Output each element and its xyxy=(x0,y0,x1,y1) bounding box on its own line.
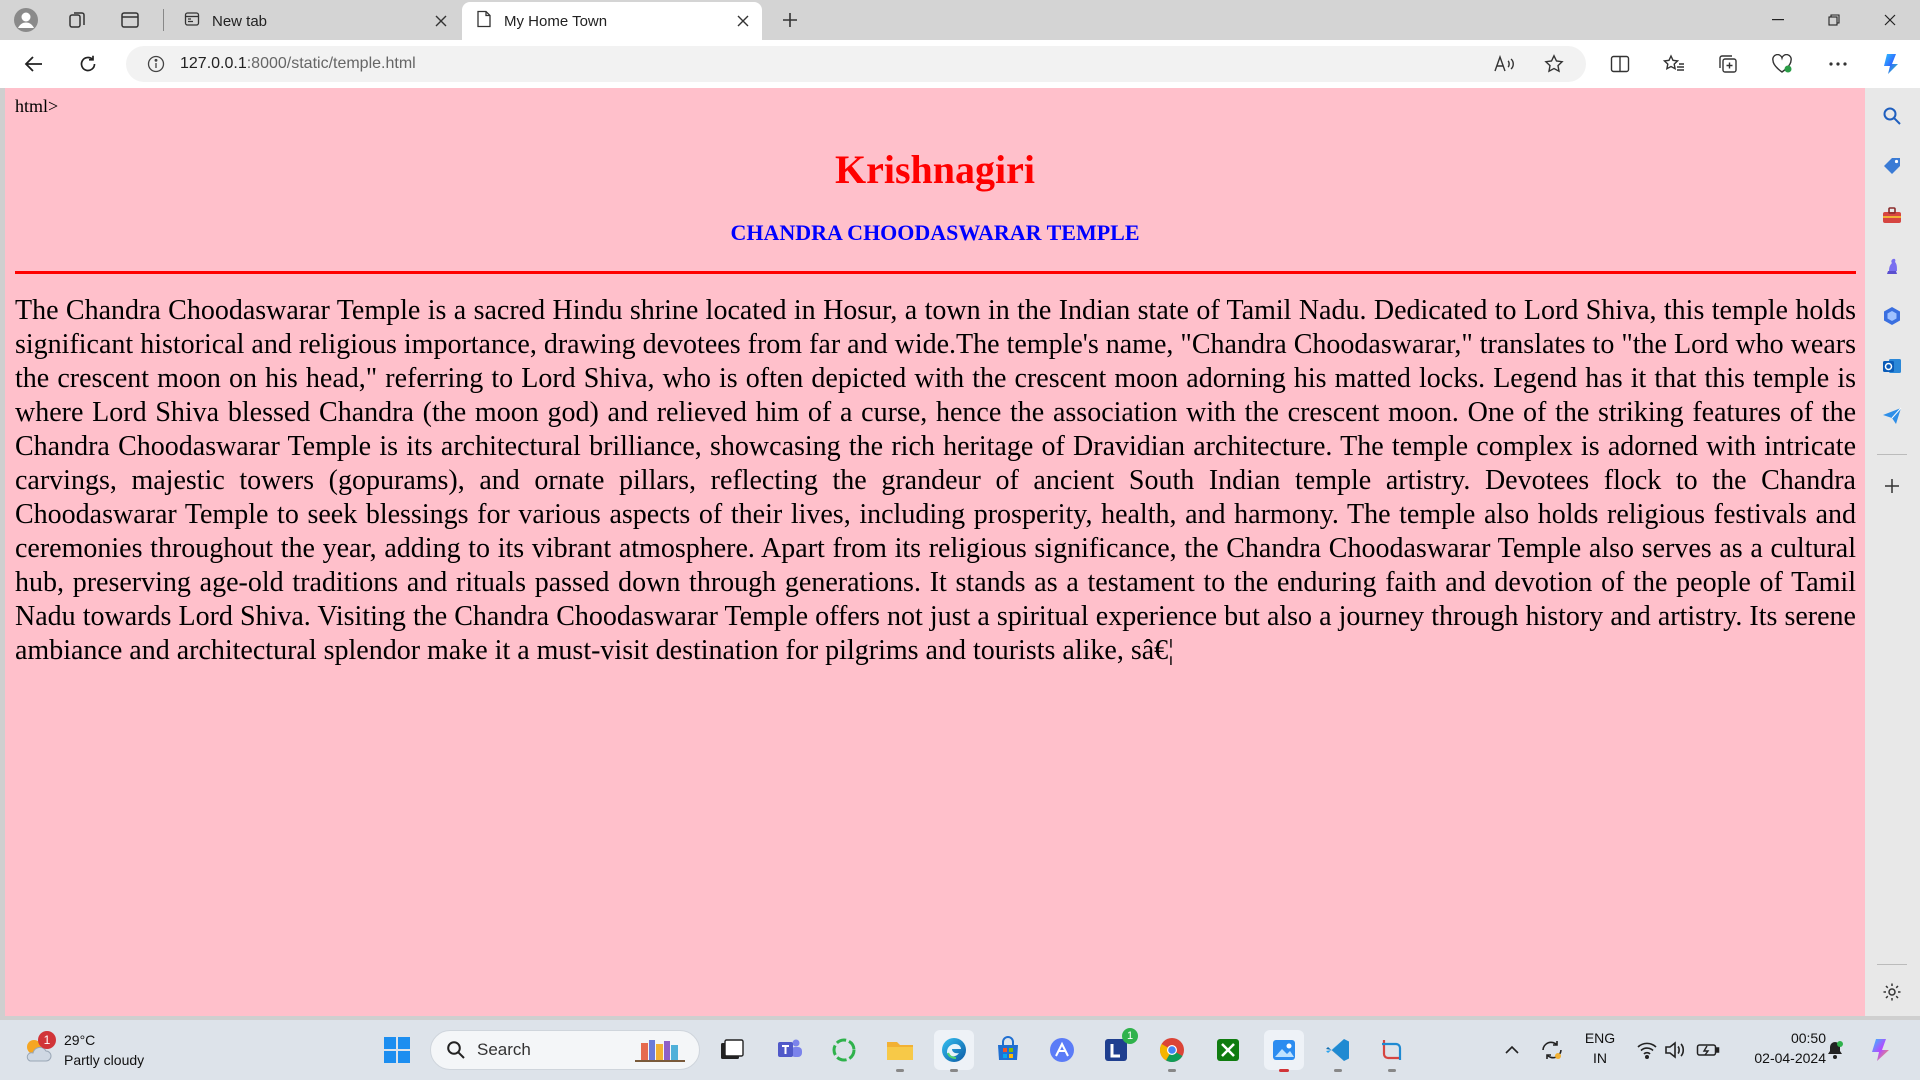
tab-label: My Home Town xyxy=(504,12,608,30)
url-host: 127.0.0.1 xyxy=(180,55,247,72)
close-window-button[interactable] xyxy=(1870,6,1910,34)
search-icon xyxy=(445,1039,467,1061)
outlook-icon[interactable] xyxy=(1878,352,1906,380)
collections-icon[interactable] xyxy=(1712,48,1744,80)
profile-icon[interactable] xyxy=(12,6,40,34)
refresh-button[interactable] xyxy=(72,48,104,80)
send-plane-icon[interactable] xyxy=(1878,402,1906,430)
browser-essentials-icon[interactable] xyxy=(1766,48,1798,80)
clock-date: 02-04-2024 xyxy=(1754,1050,1826,1066)
weather-temperature: 29°C xyxy=(64,1032,96,1048)
language-code: ENG xyxy=(1584,1030,1616,1046)
tab-actions-icon[interactable] xyxy=(116,6,144,34)
new-tab-button[interactable] xyxy=(776,6,804,34)
read-aloud-icon[interactable] xyxy=(1488,48,1520,80)
partly-cloudy-icon: 1 xyxy=(20,1031,56,1067)
sidebar-separator xyxy=(1877,964,1907,965)
wifi-icon[interactable] xyxy=(1634,1030,1660,1070)
edge-browser-icon[interactable] xyxy=(934,1030,974,1072)
favorites-icon[interactable] xyxy=(1658,48,1690,80)
edge-sidebar xyxy=(1865,88,1920,1016)
tab-strip: New tab My Home Town xyxy=(0,0,1920,40)
l-app-icon[interactable]: 1 xyxy=(1096,1028,1138,1070)
url-path: :8000/static/temple.html xyxy=(246,55,416,72)
snipping-tool-icon[interactable] xyxy=(1372,1030,1412,1072)
refresh-ring-app-icon[interactable] xyxy=(824,1030,864,1070)
start-button[interactable] xyxy=(377,1030,417,1070)
split-screen-icon[interactable] xyxy=(1604,48,1636,80)
clock-time: 00:50 xyxy=(1790,1030,1826,1046)
tab-new-tab[interactable]: New tab xyxy=(170,2,460,40)
running-indicator xyxy=(950,1069,958,1072)
xbox-icon[interactable] xyxy=(1208,1030,1248,1070)
volume-icon[interactable] xyxy=(1662,1030,1688,1070)
region-code: IN xyxy=(1593,1050,1607,1066)
search-label: Search xyxy=(477,1040,531,1059)
weather-alert-badge: 1 xyxy=(38,1031,56,1049)
task-view-icon[interactable] xyxy=(712,1030,752,1070)
search-highlight-books-icon xyxy=(633,1035,693,1070)
running-indicator xyxy=(1168,1069,1176,1072)
new-tab-icon xyxy=(184,11,200,31)
microsoft-365-icon[interactable] xyxy=(1878,302,1906,330)
tab-separator xyxy=(163,9,164,31)
copilot-icon[interactable] xyxy=(1876,48,1908,80)
taskbar-search[interactable]: Search xyxy=(430,1030,700,1070)
favorite-star-icon[interactable] xyxy=(1538,48,1570,80)
games-chess-icon[interactable] xyxy=(1878,252,1906,280)
search-icon[interactable] xyxy=(1878,102,1906,130)
weather-description: Partly cloudy xyxy=(64,1052,145,1068)
sidebar-separator xyxy=(1877,454,1907,455)
page-viewport: html> Krishnagiri CHANDRA CHOODASWARAR T… xyxy=(5,88,1865,1016)
teams-icon[interactable] xyxy=(770,1030,810,1070)
temple-description: The Chandra Choodaswarar Temple is a sac… xyxy=(15,295,1856,666)
close-icon[interactable] xyxy=(734,12,752,30)
tools-toolbox-icon[interactable] xyxy=(1878,202,1906,230)
weather-widget[interactable]: 1 29°C Partly cloudy xyxy=(20,1028,144,1072)
arc-app-icon[interactable] xyxy=(1042,1030,1082,1070)
more-menu-icon[interactable] xyxy=(1822,48,1854,80)
running-indicator xyxy=(1388,1069,1396,1072)
tab-label: New tab xyxy=(212,12,268,30)
browser-toolbar: 127.0.0.1:8000/static/temple.html xyxy=(0,40,1920,88)
chrome-icon[interactable] xyxy=(1152,1030,1192,1072)
address-bar[interactable]: 127.0.0.1:8000/static/temple.html xyxy=(126,46,1586,82)
notification-bell-icon[interactable] xyxy=(1822,1030,1848,1070)
url-text[interactable]: 127.0.0.1:8000/static/temple.html xyxy=(180,55,416,73)
battery-icon[interactable] xyxy=(1694,1030,1722,1070)
stray-html-fragment: html> xyxy=(15,96,59,116)
workspaces-icon[interactable] xyxy=(64,6,92,34)
horizontal-rule xyxy=(15,271,1856,274)
copilot-preview-icon[interactable] xyxy=(1864,1030,1900,1070)
page-subtitle: CHANDRA CHOODASWARAR TEMPLE xyxy=(730,220,1140,245)
running-indicator xyxy=(1279,1069,1289,1072)
back-button[interactable] xyxy=(18,48,50,80)
site-info-icon[interactable] xyxy=(146,54,166,74)
weather-text: 29°C Partly cloudy xyxy=(64,1030,144,1070)
notification-badge: 1 xyxy=(1122,1028,1138,1044)
shopping-tag-icon[interactable] xyxy=(1878,152,1906,180)
sync-icon[interactable] xyxy=(1536,1030,1568,1070)
file-explorer-icon[interactable] xyxy=(880,1030,920,1072)
system-clock[interactable]: 00:50 02-04-2024 xyxy=(1730,1028,1826,1068)
photos-app-icon[interactable] xyxy=(1264,1030,1304,1072)
running-indicator xyxy=(896,1069,904,1072)
page-icon xyxy=(476,10,492,32)
microsoft-store-icon[interactable] xyxy=(988,1030,1028,1070)
gear-icon[interactable] xyxy=(1878,978,1906,1006)
tab-my-home-town[interactable]: My Home Town xyxy=(462,2,762,40)
add-icon[interactable] xyxy=(1878,472,1906,500)
input-language[interactable]: ENG IN xyxy=(1580,1028,1620,1068)
vscode-icon[interactable] xyxy=(1318,1030,1358,1072)
page-title: Krishnagiri xyxy=(834,147,1036,192)
restore-button[interactable] xyxy=(1814,6,1854,34)
windows-taskbar: 1 29°C Partly cloudy Search 1 ENG IN 00:… xyxy=(0,1020,1920,1080)
close-icon[interactable] xyxy=(432,12,450,30)
show-hidden-icons-chevron-icon[interactable] xyxy=(1500,1030,1524,1070)
running-indicator xyxy=(1334,1069,1342,1072)
minimize-button[interactable] xyxy=(1758,6,1798,34)
